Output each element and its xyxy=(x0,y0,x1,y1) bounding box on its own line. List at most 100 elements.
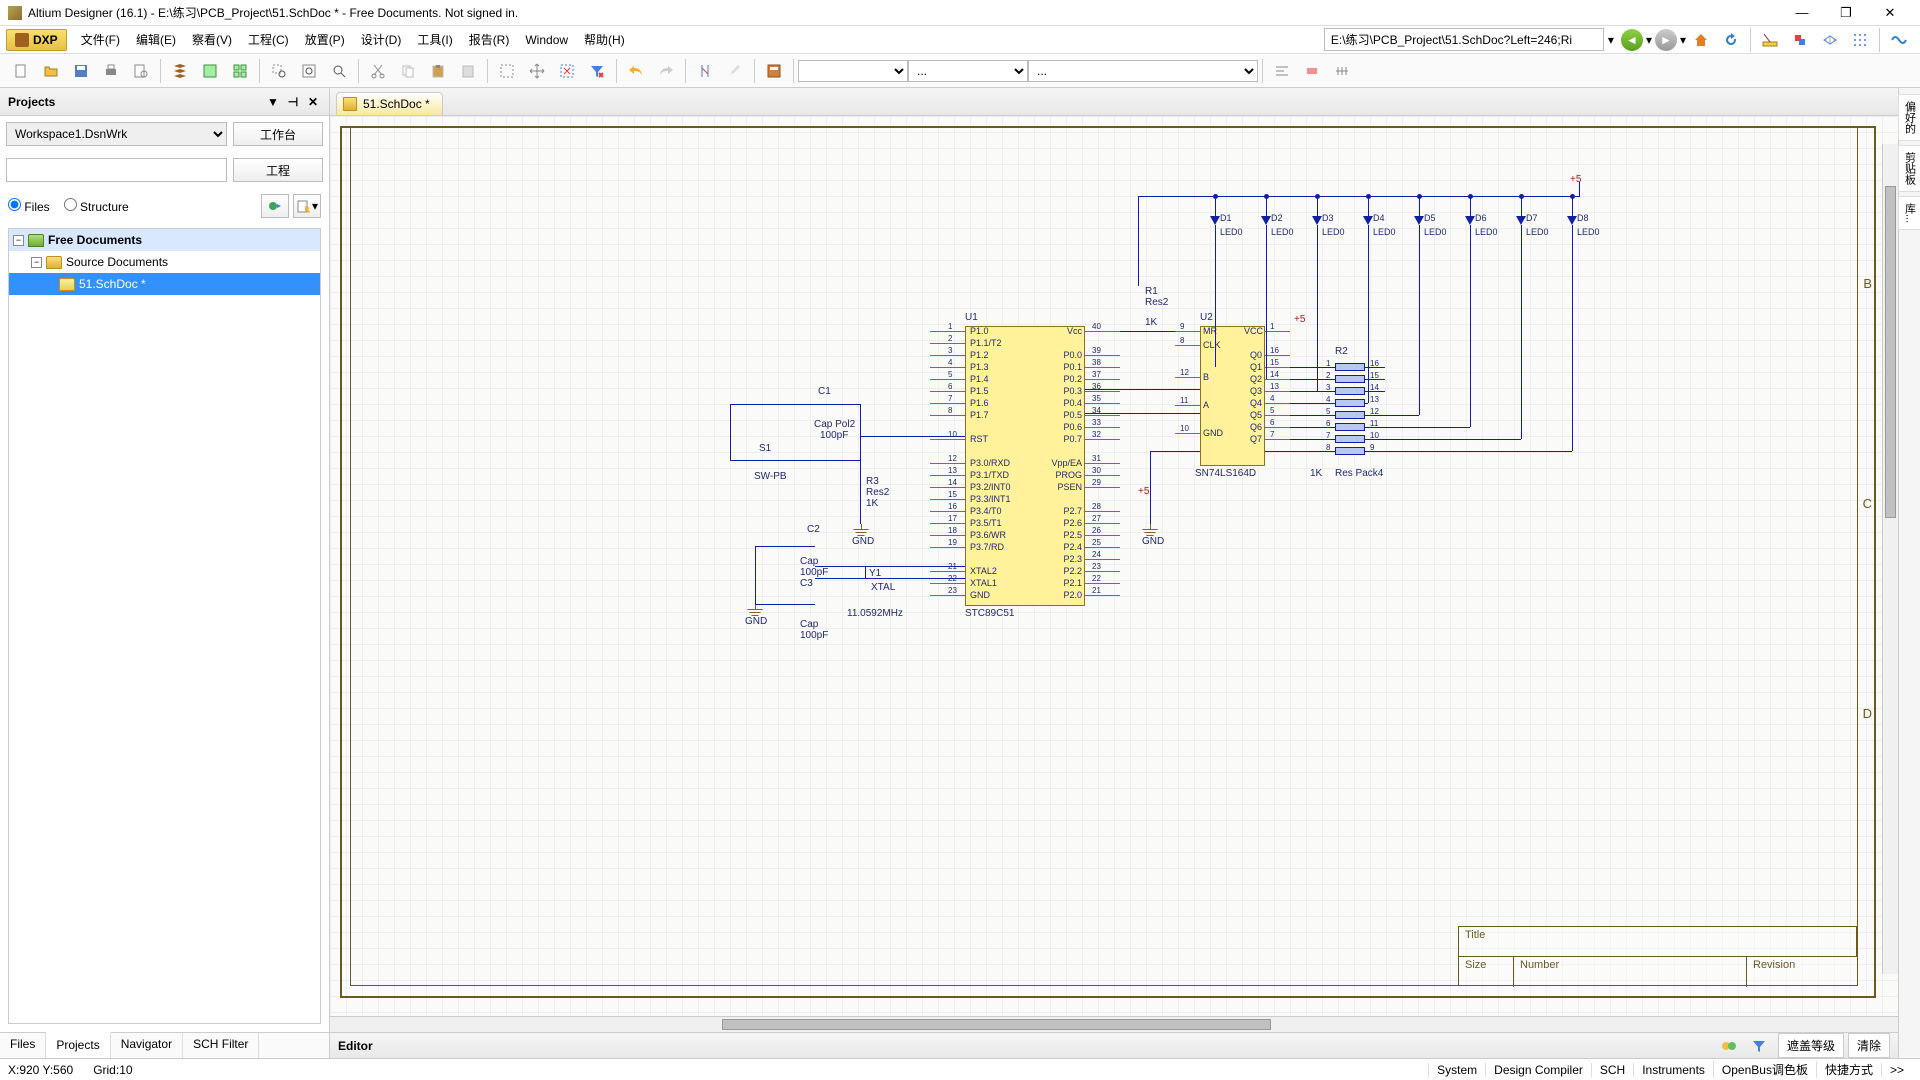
right-tab-libraries[interactable]: 库... xyxy=(1898,196,1920,230)
nav-forward-dropdown-icon[interactable]: ▾ xyxy=(1680,33,1686,47)
status-more[interactable]: >> xyxy=(1881,1063,1912,1077)
res-pack[interactable] xyxy=(1335,411,1365,419)
panel-close-icon[interactable]: ✕ xyxy=(305,94,321,110)
duplicate-icon[interactable] xyxy=(456,59,480,83)
redo-icon[interactable] xyxy=(654,59,678,83)
tab-projects[interactable]: Projects xyxy=(46,1032,110,1058)
led-icon[interactable] xyxy=(1465,216,1475,225)
tree-root[interactable]: − Free Documents xyxy=(9,229,320,251)
project-options-icon[interactable]: ▾ xyxy=(293,194,321,218)
right-tab-clipboard[interactable]: 剪贴板 xyxy=(1898,145,1920,192)
res-pack[interactable] xyxy=(1335,387,1365,395)
menu-file[interactable]: 文件(F) xyxy=(73,27,128,52)
menu-place[interactable]: 放置(P) xyxy=(297,27,353,52)
grid-dots-icon[interactable] xyxy=(1848,28,1872,52)
workspace-button[interactable]: 工作台 xyxy=(233,122,323,146)
maximize-button[interactable]: ❐ xyxy=(1824,1,1868,25)
panel-menu-icon[interactable]: ▼ xyxy=(265,94,281,110)
tree-collapse-icon[interactable]: − xyxy=(31,257,42,268)
path-dropdown-icon[interactable]: ▾ xyxy=(1608,33,1614,47)
right-tab-favorites[interactable]: 偏好的 xyxy=(1898,94,1920,141)
sheet-icon[interactable] xyxy=(198,59,222,83)
net-icon[interactable] xyxy=(1330,59,1354,83)
status-system[interactable]: System xyxy=(1428,1063,1485,1077)
tree-source-docs[interactable]: − Source Documents xyxy=(9,251,320,273)
led-icon[interactable] xyxy=(1414,216,1424,225)
zoom-select-icon[interactable] xyxy=(327,59,351,83)
save-icon[interactable] xyxy=(69,59,93,83)
status-instruments[interactable]: Instruments xyxy=(1633,1063,1713,1077)
multi-sheet-icon[interactable] xyxy=(228,59,252,83)
dxp-menu[interactable]: DXP xyxy=(6,29,67,51)
led-icon[interactable] xyxy=(1312,216,1322,225)
clear-filter-icon[interactable] xyxy=(585,59,609,83)
res-pack[interactable] xyxy=(1335,399,1365,407)
project-button[interactable]: 工程 xyxy=(233,158,323,182)
horizontal-scrollbar[interactable] xyxy=(330,1016,1898,1032)
new-icon[interactable] xyxy=(9,59,33,83)
minimize-button[interactable]: — xyxy=(1780,1,1824,25)
close-button[interactable]: ✕ xyxy=(1868,1,1912,25)
radio-files[interactable]: Files xyxy=(8,198,50,214)
rect-fill-icon[interactable] xyxy=(1300,59,1324,83)
menu-project[interactable]: 工程(C) xyxy=(240,27,297,52)
res-pack[interactable] xyxy=(1335,423,1365,431)
tab-files[interactable]: Files xyxy=(0,1033,46,1058)
tab-sch-filter[interactable]: SCH Filter xyxy=(183,1033,259,1058)
nav-back-dropdown-icon[interactable]: ▾ xyxy=(1646,33,1652,47)
project-tree[interactable]: − Free Documents − Source Documents 51.S… xyxy=(8,228,321,1024)
mask-icon-2[interactable] xyxy=(1747,1034,1771,1058)
nav-forward-button[interactable]: ► xyxy=(1655,29,1677,51)
led-icon[interactable] xyxy=(1567,216,1577,225)
tree-collapse-icon[interactable]: − xyxy=(13,235,24,246)
menu-tools[interactable]: 工具(I) xyxy=(409,27,460,52)
schematic-canvas[interactable]: B C D U1 STC89C51 U2 SN74LS164D R2 1K Re… xyxy=(330,116,1898,1016)
path-display[interactable]: E:\练习\PCB_Project\51.SchDoc?Left=246;Ri xyxy=(1324,28,1604,51)
status-openbus[interactable]: OpenBus调色板 xyxy=(1713,1061,1816,1078)
deselect-icon[interactable] xyxy=(555,59,579,83)
refresh-icon[interactable] xyxy=(1719,28,1743,52)
led-icon[interactable] xyxy=(1261,216,1271,225)
menu-view[interactable]: 察看(V) xyxy=(184,27,240,52)
move-icon[interactable] xyxy=(525,59,549,83)
wave-icon[interactable] xyxy=(1887,28,1911,52)
doc-tab-51schdoc[interactable]: 51.SchDoc * xyxy=(336,92,443,115)
undo-icon[interactable] xyxy=(624,59,648,83)
paste-icon[interactable] xyxy=(426,59,450,83)
mask-icon-1[interactable] xyxy=(1717,1034,1741,1058)
res-pack[interactable] xyxy=(1335,447,1365,455)
hierarchy-icon[interactable] xyxy=(168,59,192,83)
preview-icon[interactable] xyxy=(129,59,153,83)
selection-filter-2[interactable]: ... xyxy=(908,60,1028,82)
open-icon[interactable] xyxy=(39,59,63,83)
selection-filter-1[interactable] xyxy=(798,60,908,82)
cut-icon[interactable] xyxy=(366,59,390,83)
menu-report[interactable]: 报告(R) xyxy=(461,27,518,52)
status-sch[interactable]: SCH xyxy=(1591,1063,1633,1077)
highlight-pen-icon[interactable] xyxy=(723,59,747,83)
tab-navigator[interactable]: Navigator xyxy=(111,1033,183,1058)
grid-icon[interactable] xyxy=(1818,28,1842,52)
menu-design[interactable]: 设计(D) xyxy=(353,27,410,52)
zoom-fit-icon[interactable] xyxy=(297,59,321,83)
zoom-area-icon[interactable] xyxy=(267,59,291,83)
led-icon[interactable] xyxy=(1210,216,1220,225)
clear-button[interactable]: 清除 xyxy=(1848,1033,1890,1058)
mask-level-button[interactable]: 遮盖等级 xyxy=(1778,1033,1844,1058)
status-compiler[interactable]: Design Compiler xyxy=(1485,1063,1591,1077)
align-icon[interactable] xyxy=(1270,59,1294,83)
tree-schdoc[interactable]: 51.SchDoc * xyxy=(9,273,320,295)
workspace-select[interactable]: Workspace1.DsnWrk xyxy=(6,122,227,146)
select-rect-icon[interactable] xyxy=(495,59,519,83)
vertical-scrollbar[interactable] xyxy=(1882,144,1898,974)
selection-filter-3[interactable]: ... xyxy=(1028,60,1258,82)
led-icon[interactable] xyxy=(1516,216,1526,225)
project-input[interactable] xyxy=(6,158,227,182)
ruler-icon[interactable] xyxy=(1758,28,1782,52)
panel-pin-icon[interactable]: ⊣ xyxy=(285,94,301,110)
radio-structure[interactable]: Structure xyxy=(64,198,129,214)
refresh-project-icon[interactable] xyxy=(261,194,289,218)
nav-back-button[interactable]: ◄ xyxy=(1621,29,1643,51)
menu-edit[interactable]: 编辑(E) xyxy=(128,27,184,52)
led-icon[interactable] xyxy=(1363,216,1373,225)
